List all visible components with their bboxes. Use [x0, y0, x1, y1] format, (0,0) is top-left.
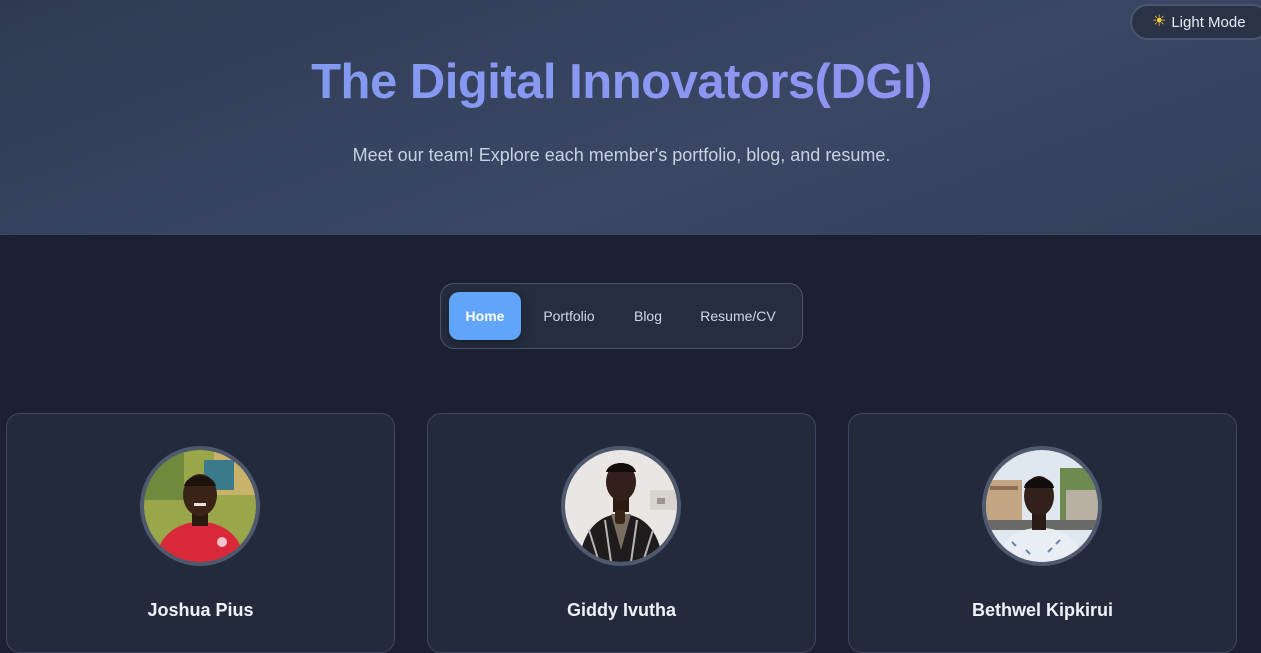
member-name: Giddy Ivutha	[566, 600, 676, 620]
avatar	[140, 446, 260, 566]
member-name: Joshua Pius	[147, 600, 254, 620]
nav-home[interactable]: Home	[449, 292, 521, 340]
page-subtitle: Meet our team! Explore each member's por…	[352, 145, 891, 165]
member-card[interactable]: Giddy Ivutha	[427, 413, 816, 653]
avatar-photo-joshua	[144, 450, 256, 562]
theme-toggle-button[interactable]: ☀ Light Mode	[1130, 4, 1261, 40]
sun-icon: ☀	[1152, 13, 1167, 30]
member-name: Bethwel Kipkirui	[971, 600, 1114, 620]
hero-header: ☀ Light Mode The Digital Innovators(DGI)…	[0, 0, 1261, 235]
avatar-photo-giddy	[565, 450, 677, 562]
main-nav: Home Portfolio Blog Resume/CV	[440, 283, 803, 349]
member-card[interactable]: Joshua Pius	[6, 413, 395, 653]
nav-resume[interactable]: Resume/CV	[685, 292, 791, 340]
avatar	[561, 446, 681, 566]
nav-portfolio[interactable]: Portfolio	[527, 292, 611, 340]
avatar-photo-bethwel	[986, 450, 1098, 562]
theme-toggle-label: Light Mode	[1171, 13, 1246, 31]
member-card[interactable]: Bethwel Kipkirui	[848, 413, 1237, 653]
avatar	[982, 446, 1102, 566]
page-title: The Digital Innovators(DGI)	[0, 54, 1243, 110]
nav-blog[interactable]: Blog	[617, 292, 679, 340]
